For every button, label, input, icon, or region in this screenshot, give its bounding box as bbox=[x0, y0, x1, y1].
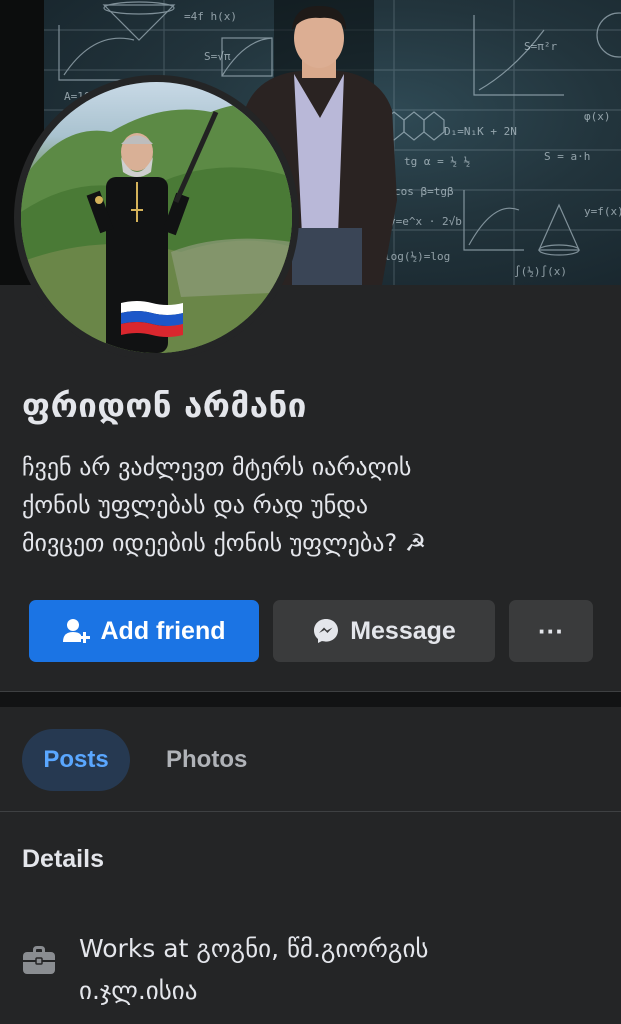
more-options-button[interactable]: ··· bbox=[509, 600, 593, 662]
profile-picture[interactable] bbox=[14, 75, 299, 360]
bio-line: მივცეთ იდეების ქონის უფლება? ☭ bbox=[22, 529, 427, 557]
workplace-link-continued[interactable]: ი.ჯლ.ისია bbox=[79, 976, 197, 1005]
tab-posts[interactable]: Posts bbox=[22, 729, 130, 791]
svg-text:S=√π: S=√π bbox=[204, 50, 231, 63]
svg-text:D₁=N₁K + 2N: D₁=N₁K + 2N bbox=[444, 125, 517, 138]
svg-text:=4f h(x): =4f h(x) bbox=[184, 10, 237, 23]
profile-name: ფრიდონ არმანი bbox=[22, 386, 307, 425]
messenger-icon bbox=[314, 619, 339, 643]
tabs-divider bbox=[0, 811, 621, 812]
svg-text:y=f(x): y=f(x) bbox=[584, 205, 621, 218]
workplace-link[interactable]: გოგნი, წმ.გიორგის bbox=[196, 934, 428, 963]
message-button[interactable]: Message bbox=[273, 600, 495, 662]
add-friend-button[interactable]: Add friend bbox=[29, 600, 259, 662]
section-divider bbox=[0, 691, 621, 707]
work-detail: Works at გოგნი, წმ.გიორგის ი.ჯლ.ისია bbox=[79, 928, 599, 1012]
add-friend-label: Add friend bbox=[100, 616, 226, 645]
tab-photos[interactable]: Photos bbox=[166, 729, 247, 791]
svg-text:cos β=tgβ: cos β=tgβ bbox=[394, 185, 454, 198]
svg-text:S = a·h: S = a·h bbox=[544, 150, 590, 163]
person-add-icon bbox=[62, 619, 90, 643]
svg-text:S=π²r: S=π²r bbox=[524, 40, 557, 53]
works-prefix: Works at bbox=[79, 934, 197, 963]
bio-line: ჩვენ არ ვაძლევთ მტერს იარაღის bbox=[22, 453, 412, 481]
details-heading: Details bbox=[22, 845, 104, 873]
more-icon: ··· bbox=[538, 615, 564, 646]
briefcase-icon bbox=[23, 946, 55, 974]
tab-photos-label: Photos bbox=[166, 746, 248, 773]
russia-flag-emoji bbox=[121, 301, 183, 337]
svg-text:tg α = ½ ½: tg α = ½ ½ bbox=[404, 155, 470, 168]
profile-bio: ჩვენ არ ვაძლევთ მტერს იარაღის ქონის უფლე… bbox=[22, 448, 607, 562]
bio-line: ქონის უფლებას და რად უნდა bbox=[22, 491, 369, 519]
svg-text:∫(½)∫(x): ∫(½)∫(x) bbox=[514, 265, 567, 278]
svg-text:φ(x): φ(x) bbox=[584, 110, 611, 123]
tab-posts-label: Posts bbox=[43, 746, 109, 773]
message-label: Message bbox=[350, 616, 456, 645]
